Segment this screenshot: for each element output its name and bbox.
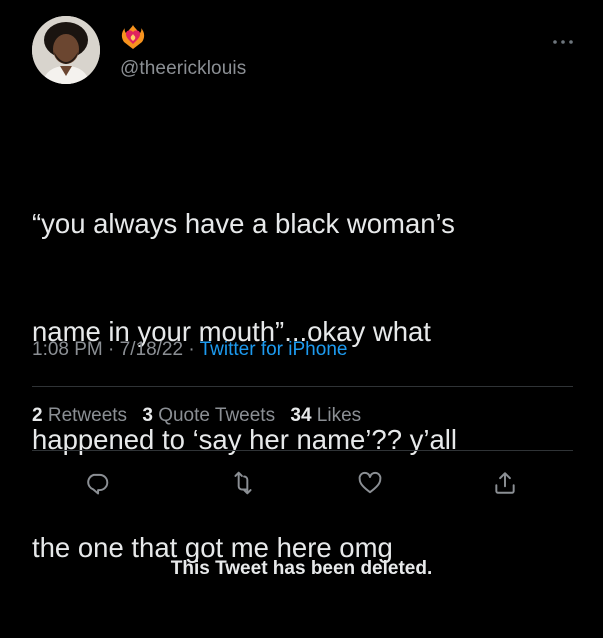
reply-button[interactable] — [80, 466, 114, 500]
profile-photo — [32, 16, 100, 84]
retweet-icon — [234, 471, 252, 495]
tweet-date[interactable]: 7/18/22 — [120, 339, 183, 360]
more-options-icon[interactable] — [551, 34, 575, 44]
engagement-stats: 2 Retweets 3 Quote Tweets 34 Likes — [32, 405, 371, 427]
quote-tweets-stat[interactable]: 3 Quote Tweets — [142, 405, 275, 426]
share-button[interactable] — [488, 466, 522, 500]
reply-icon — [87, 473, 109, 495]
heart-icon — [358, 471, 382, 494]
likes-count: 34 — [290, 405, 312, 426]
retweets-stat[interactable]: 2 Retweets — [32, 405, 127, 426]
quote-tweets-label: Quote Tweets — [158, 405, 276, 426]
likes-label: Likes — [316, 405, 362, 426]
tweet-source-link[interactable]: Twitter for iPhone — [200, 339, 348, 360]
likes-stat[interactable]: 34 Likes — [290, 405, 361, 426]
tweet-text-line: “you always have a black woman’s — [32, 208, 455, 239]
deleted-tweet-notice: This Tweet has been deleted. — [170, 558, 433, 579]
tweet-text-line: happened to ‘say her name’?? y’all — [32, 424, 458, 455]
separator: · — [188, 339, 195, 360]
share-icon — [495, 472, 515, 494]
retweets-count: 2 — [32, 405, 43, 426]
tweet-time[interactable]: 1:08 PM — [32, 339, 103, 360]
quote-tweets-count: 3 — [142, 405, 153, 426]
retweet-button[interactable] — [226, 466, 260, 500]
author-handle[interactable]: @theericklouis — [120, 58, 246, 80]
like-button[interactable] — [353, 466, 387, 500]
heart-on-fire-emoji — [120, 24, 146, 50]
tweet-card: @theericklouis “you always have a black … — [0, 0, 603, 632]
separator: · — [108, 339, 115, 360]
action-bar — [0, 466, 603, 502]
avatar[interactable] — [32, 16, 100, 84]
divider — [32, 386, 573, 387]
divider — [32, 450, 573, 451]
tweet-metadata: 1:08 PM · 7/18/22 · Twitter for iPhone — [32, 339, 347, 361]
retweets-label: Retweets — [47, 405, 128, 426]
